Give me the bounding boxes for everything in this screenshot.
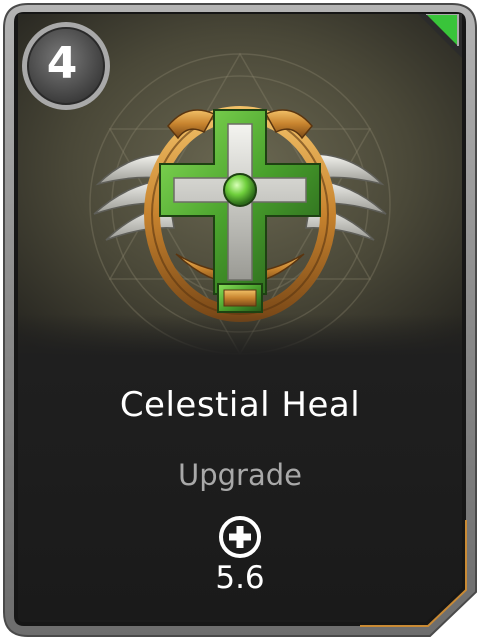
mana-cost-value: 4 [46,38,78,89]
health-plus-icon [219,516,261,558]
card-title: Celestial Heal [119,385,361,425]
card[interactable]: 4 Celestial Heal Upgrade 5.6 [0,0,480,640]
stat-label: Upgrade [178,458,302,492]
stat-value: 5.6 [215,560,265,596]
upgrade-flag-icon [418,14,462,58]
